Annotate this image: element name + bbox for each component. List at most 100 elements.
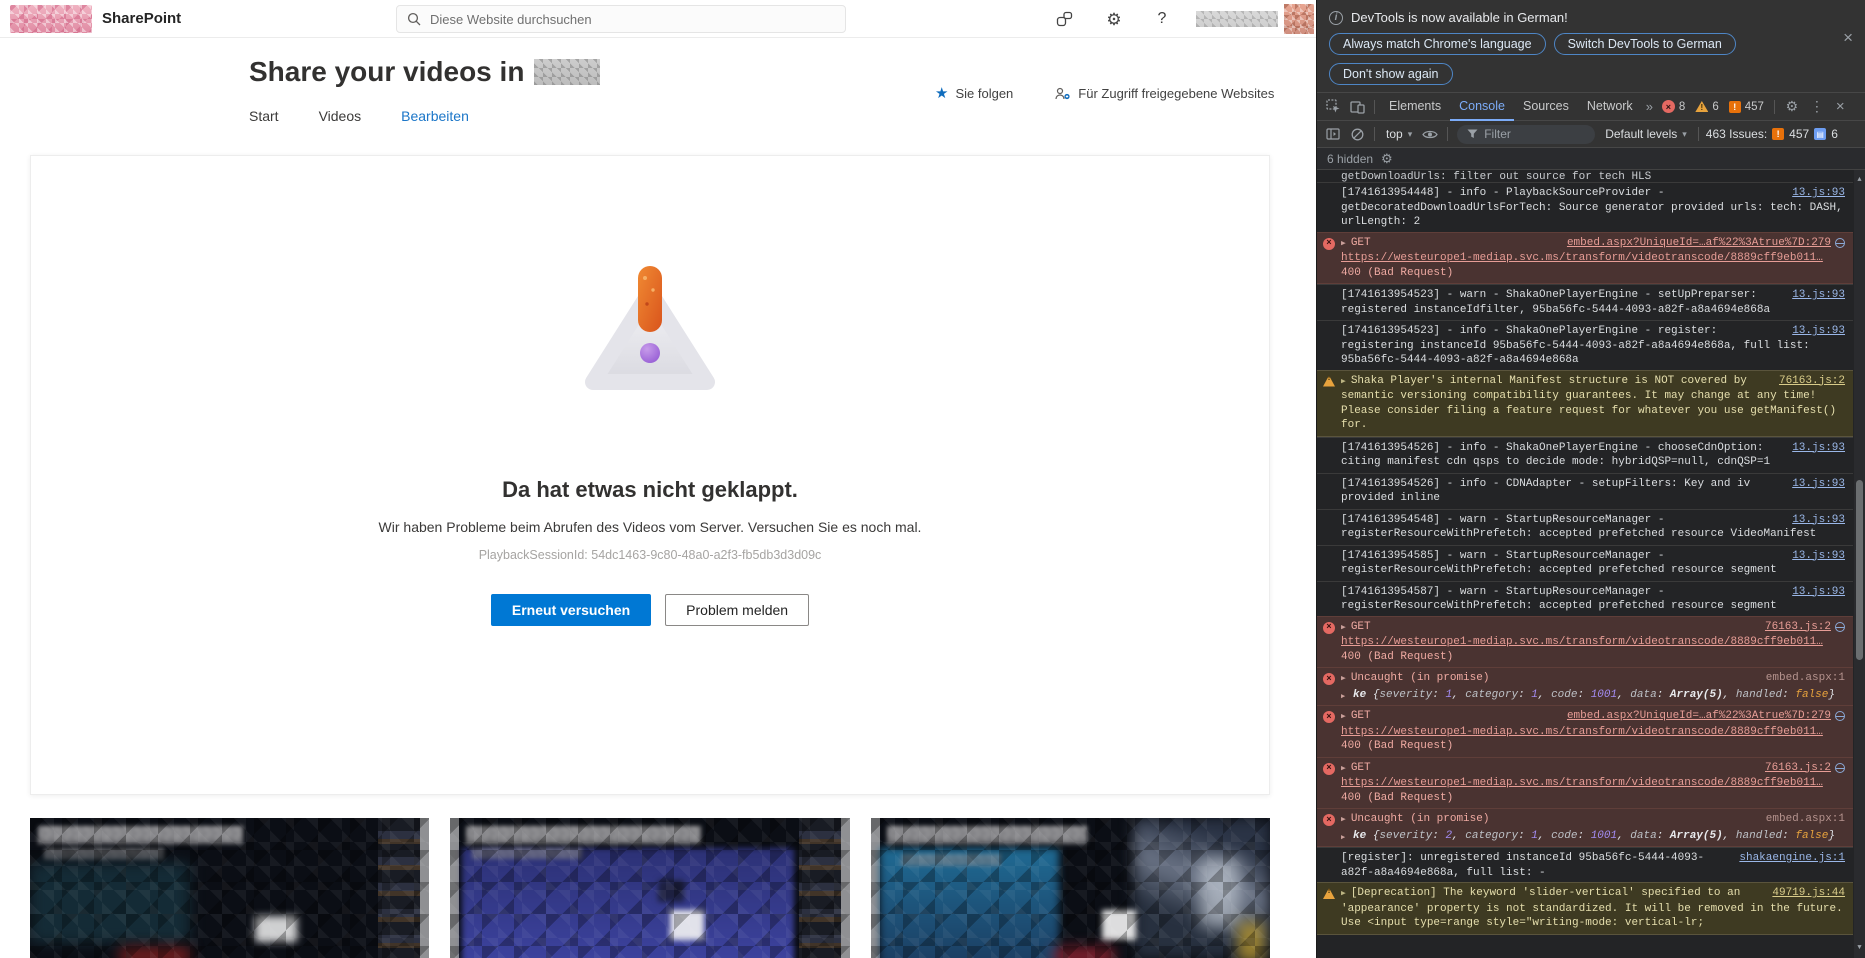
source-link[interactable]: embed.aspx?UniqueId=…af%22%3Atrue%7D:279: [1567, 236, 1831, 251]
device-toolbar-icon[interactable]: [1345, 96, 1369, 118]
warning-count-badge[interactable]: ! 6: [1695, 101, 1719, 113]
issues-count-badge[interactable]: ! 457: [1728, 100, 1764, 113]
video-thumbnail[interactable]: [870, 818, 1270, 958]
shared-sites-link[interactable]: Für Zugriff freigegebene Websites: [1055, 86, 1274, 101]
search-input[interactable]: [430, 11, 835, 27]
console-message[interactable]: × embed.aspx:1 ▶ Uncaught (in promise) ▶ ke {…: [1317, 667, 1853, 706]
context-selector[interactable]: top ▾: [1380, 127, 1418, 141]
filter-input[interactable]: [1484, 127, 1586, 141]
tab-elements[interactable]: Elements: [1380, 93, 1450, 121]
inspect-element-icon[interactable]: [1321, 96, 1345, 118]
devtools-close-icon[interactable]: ×: [1830, 98, 1851, 115]
follow-toggle[interactable]: ★ Sie folgen: [935, 86, 1013, 101]
console-message[interactable]: × embed.aspx?UniqueId=…af%22%3Atrue%7D:27…: [1317, 705, 1853, 758]
tab-sources[interactable]: Sources: [1514, 93, 1578, 121]
expand-icon[interactable]: ▶: [1341, 814, 1346, 827]
tab-network[interactable]: Network: [1578, 93, 1642, 121]
issues-counter[interactable]: 463 Issues: ! 457 ▤ 6: [1706, 127, 1838, 141]
source-link[interactable]: 13.js:93: [1792, 513, 1845, 528]
source-link[interactable]: embed.aspx:1: [1766, 671, 1845, 686]
source-link[interactable]: embed.aspx?UniqueId=…af%22%3Atrue%7D:279: [1567, 709, 1831, 724]
expand-icon[interactable]: ▶: [1341, 888, 1346, 901]
source-link[interactable]: 13.js:93: [1792, 186, 1845, 201]
source-link[interactable]: 13.js:93: [1792, 549, 1845, 564]
log-levels-selector[interactable]: Default levels ▾: [1599, 127, 1693, 141]
error-icon: ×: [1323, 711, 1335, 723]
source-link[interactable]: 13.js:93: [1792, 477, 1845, 492]
expand-icon[interactable]: ▶: [1341, 237, 1346, 250]
switch-german-button[interactable]: Switch DevTools to German: [1553, 33, 1736, 55]
hidden-settings-gear-icon[interactable]: ⚙: [1381, 151, 1393, 167]
avatar[interactable]: [1284, 4, 1314, 34]
expand-icon[interactable]: ▶: [1341, 711, 1346, 724]
console-message[interactable]: ! 49719.js:44 ▶ [Deprecation] The keyword '…: [1317, 882, 1853, 935]
source-link[interactable]: 76163.js:2: [1765, 620, 1831, 635]
infobar-close-icon[interactable]: ×: [1843, 28, 1853, 48]
help-icon[interactable]: ?: [1150, 8, 1174, 30]
console-message[interactable]: × embed.aspx?UniqueId=…af%22%3Atrue%7D:27…: [1317, 231, 1853, 284]
devtools-panel: i DevTools is now available in German! A…: [1316, 0, 1865, 958]
expand-icon[interactable]: ▶: [1341, 621, 1346, 634]
site-search-box[interactable]: [396, 5, 846, 33]
open-in-network-icon[interactable]: [1835, 762, 1845, 773]
expand-icon[interactable]: ▶: [1341, 831, 1345, 846]
console-toolbar: top▾ Default levels▾ 463 Issues: ! 457 ▤: [1317, 121, 1865, 148]
filter-funnel-icon: [1467, 129, 1478, 139]
devtools-language-infobar: i DevTools is now available in German! A…: [1317, 0, 1865, 93]
source-link[interactable]: 76163.js:2: [1765, 761, 1831, 776]
console-sidebar-icon[interactable]: [1321, 123, 1345, 145]
console-message[interactable]: ! 76163.js:2 ▶ Shaka Player's internal Mani…: [1317, 369, 1853, 437]
console-message[interactable]: × 76163.js:2 ▶ GET https://westeurope1-media…: [1317, 756, 1853, 809]
retry-button[interactable]: Erneut versuchen: [490, 594, 652, 626]
match-language-button[interactable]: Always match Chrome's language: [1329, 33, 1546, 55]
error-count-badge[interactable]: × 8: [1661, 100, 1685, 113]
live-expression-eye-icon[interactable]: [1418, 123, 1442, 145]
video-player-card: Da hat etwas nicht geklappt. Wir haben P…: [30, 155, 1270, 795]
scrollbar-thumb[interactable]: [1856, 480, 1863, 660]
tab-console[interactable]: Console: [1450, 93, 1514, 121]
request-url-link[interactable]: https://westeurope1-mediap.svc.ms/transf…: [1341, 635, 1845, 650]
console-message[interactable]: × embed.aspx:1 ▶ Uncaught (in promise) ▶ ke {…: [1317, 808, 1853, 847]
video-thumbnail[interactable]: [30, 818, 430, 958]
feedback-icon[interactable]: [1052, 8, 1076, 30]
scroll-up-icon[interactable]: ▲: [1854, 173, 1865, 188]
source-link[interactable]: shakaengine.js:1: [1739, 851, 1845, 866]
nav-item-start[interactable]: Start: [249, 108, 279, 124]
nav-item-videos[interactable]: Videos: [319, 108, 362, 124]
expand-icon[interactable]: ▶: [1341, 690, 1345, 705]
console-scrollbar[interactable]: ▲ ▼: [1854, 170, 1865, 958]
console-message[interactable]: × 76163.js:2 ▶ GET https://westeurope1-media…: [1317, 615, 1853, 668]
open-in-network-icon[interactable]: [1835, 621, 1845, 632]
open-in-network-icon[interactable]: [1835, 711, 1845, 722]
people-icon: [1055, 87, 1071, 101]
clear-console-icon[interactable]: [1345, 123, 1369, 145]
source-link[interactable]: 13.js:93: [1792, 441, 1845, 456]
console-filter-box[interactable]: [1457, 124, 1596, 144]
more-tabs-icon[interactable]: »: [1642, 99, 1657, 114]
request-url-link[interactable]: https://westeurope1-mediap.svc.ms/transf…: [1341, 776, 1845, 791]
expand-icon[interactable]: ▶: [1341, 673, 1346, 686]
video-thumbnail[interactable]: [450, 818, 850, 958]
org-logo[interactable]: [10, 5, 92, 33]
nav-item-bearbeiten[interactable]: Bearbeiten: [401, 108, 469, 124]
message-text: shakaengine.js:1 [register]: unregistered…: [1341, 851, 1845, 879]
devtools-menu-icon[interactable]: ⋮: [1804, 98, 1830, 115]
request-url-link[interactable]: https://westeurope1-mediap.svc.ms/transf…: [1341, 725, 1845, 740]
report-problem-button[interactable]: Problem melden: [665, 594, 810, 626]
source-link[interactable]: 76163.js:2: [1779, 374, 1845, 389]
status-text: 400 (Bad Request): [1341, 650, 1454, 663]
source-link[interactable]: embed.aspx:1: [1766, 812, 1845, 827]
expand-icon[interactable]: ▶: [1341, 762, 1346, 775]
devtools-settings-gear-icon[interactable]: ⚙: [1780, 96, 1804, 118]
source-link[interactable]: 13.js:93: [1792, 324, 1845, 339]
scroll-down-icon[interactable]: ▼: [1854, 941, 1865, 956]
source-link[interactable]: 49719.js:44: [1772, 886, 1845, 901]
expand-icon[interactable]: ▶: [1341, 375, 1346, 388]
source-link[interactable]: 13.js:93: [1792, 585, 1845, 600]
open-in-network-icon[interactable]: [1835, 237, 1845, 248]
request-url-link[interactable]: https://westeurope1-mediap.svc.ms/transf…: [1341, 251, 1845, 266]
message-text: 76163.js:2 ▶ Shaka Player's internal Manif…: [1341, 374, 1845, 432]
source-link[interactable]: 13.js:93: [1792, 288, 1845, 303]
settings-gear-icon[interactable]: ⚙: [1102, 8, 1126, 30]
dont-show-again-button[interactable]: Don't show again: [1329, 63, 1453, 85]
